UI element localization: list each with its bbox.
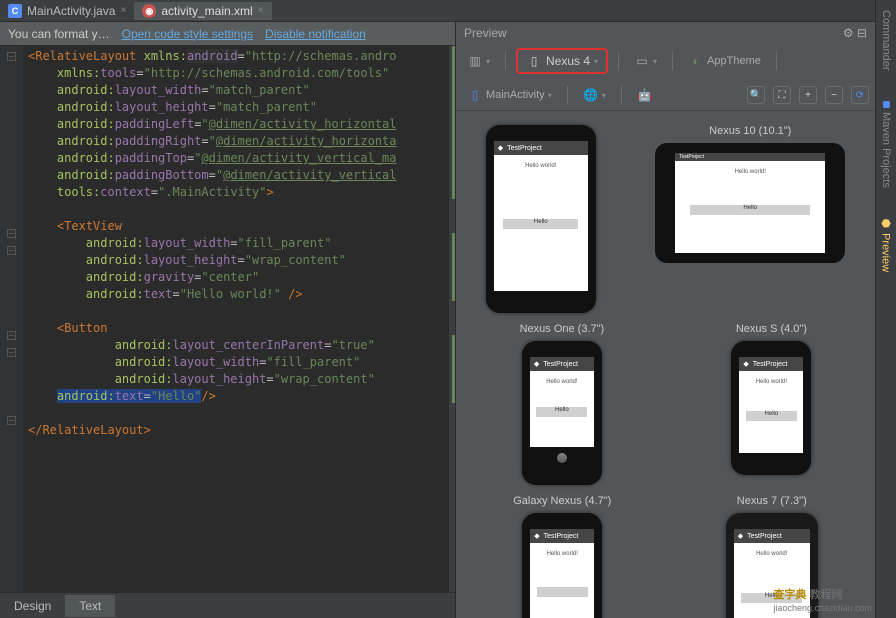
- page-icon: ▥: [467, 53, 483, 69]
- close-icon[interactable]: ×: [120, 5, 126, 16]
- zoom-actual-button[interactable]: 🔍: [747, 86, 765, 104]
- sidebar-item-maven[interactable]: Maven Projects: [880, 101, 892, 188]
- tab-design[interactable]: Design: [0, 595, 65, 617]
- theme-icon: ◐: [688, 53, 704, 69]
- disable-notification-link[interactable]: Disable notification: [265, 27, 366, 41]
- fold-icon[interactable]: [7, 52, 16, 61]
- preview-toolbar: ▥▾ ▯ Nexus 4 ▾ ▭▾ ◐AppTheme ▯MainActivit…: [456, 44, 875, 111]
- device-preview-nexus10[interactable]: Nexus 10 (10.1") TestProject Hello world…: [655, 125, 845, 313]
- gutter: [0, 46, 24, 592]
- activity-icon: ▯: [467, 87, 483, 103]
- sidebar-item-commander[interactable]: Commander: [880, 10, 892, 71]
- locale-button[interactable]: 🌐▾: [578, 84, 611, 106]
- right-tool-strip: Commander Maven Projects ⬣ Preview: [875, 0, 896, 618]
- home-button-icon: [557, 453, 567, 463]
- tab-activitymain[interactable]: ◉ activity_main.xml ×: [134, 2, 271, 20]
- maven-icon: [883, 101, 890, 108]
- code-text[interactable]: <RelativeLayout xmlns:android="http://sc…: [24, 46, 449, 592]
- device-preview-nexus4[interactable]: ◆TestProject Hello world! Hello: [486, 125, 596, 313]
- orientation-icon: ▭: [634, 53, 650, 69]
- fold-icon[interactable]: [7, 416, 16, 425]
- sidebar-item-preview[interactable]: ⬣ Preview: [880, 217, 893, 272]
- android-version-button[interactable]: 🤖: [632, 84, 658, 106]
- device-icon: ▯: [526, 53, 542, 69]
- device-preview-canvas: ◆TestProject Hello world! Hello Nexus 10…: [456, 111, 875, 618]
- zoom-fit-button[interactable]: ⛶: [773, 86, 791, 104]
- gear-icon[interactable]: ⚙ ⊟: [843, 26, 867, 40]
- refresh-button[interactable]: ⟳: [851, 86, 869, 104]
- zoom-in-button[interactable]: +: [799, 86, 817, 104]
- android-icon: 🤖: [637, 87, 653, 103]
- open-code-style-link[interactable]: Open code style settings: [122, 27, 253, 41]
- editor-bottom-tabs: Design Text: [0, 592, 455, 618]
- theme-selector[interactable]: ◐AppTheme: [683, 50, 766, 72]
- device-preview-nexuss[interactable]: Nexus S (4.0") ◆TestProject Hello world!…: [731, 323, 811, 485]
- device-selector[interactable]: ▯ Nexus 4 ▾: [516, 48, 608, 74]
- zoom-out-button[interactable]: −: [825, 86, 843, 104]
- preview-header: Preview ⚙ ⊟: [456, 22, 875, 44]
- fold-icon[interactable]: [7, 229, 16, 238]
- orientation-button[interactable]: ▭▾: [629, 50, 662, 72]
- code-editor: <RelativeLayout xmlns:android="http://sc…: [0, 46, 455, 592]
- notification-message: You can format y…: [8, 27, 110, 41]
- activity-selector[interactable]: ▯MainActivity▾: [462, 84, 557, 106]
- preview-title: Preview: [464, 26, 507, 40]
- format-notification-bar: You can format y… Open code style settin…: [0, 22, 455, 46]
- globe-icon: 🌐: [583, 87, 599, 103]
- close-icon[interactable]: ×: [258, 5, 264, 16]
- device-preview-nexusone[interactable]: Nexus One (3.7") ◆TestProject Hello worl…: [520, 323, 605, 485]
- fold-icon[interactable]: [7, 348, 16, 357]
- tab-mainactivity[interactable]: C MainActivity.java ×: [0, 2, 134, 20]
- device-preview-galaxynexus[interactable]: Galaxy Nexus (4.7") ◆TestProject Hello w…: [513, 495, 611, 618]
- editor-tabbar: C MainActivity.java × ◉ activity_main.xm…: [0, 0, 875, 22]
- fold-icon[interactable]: [7, 331, 16, 340]
- xml-file-icon: ◉: [142, 4, 156, 18]
- chevron-down-icon: ▾: [594, 57, 598, 66]
- fold-icon[interactable]: [7, 246, 16, 255]
- watermark: 查字典 教程网 jiaocheng.chazidian.com: [773, 586, 872, 614]
- configuration-button[interactable]: ▥▾: [462, 50, 495, 72]
- java-file-icon: C: [8, 4, 22, 18]
- tab-text[interactable]: Text: [65, 595, 115, 617]
